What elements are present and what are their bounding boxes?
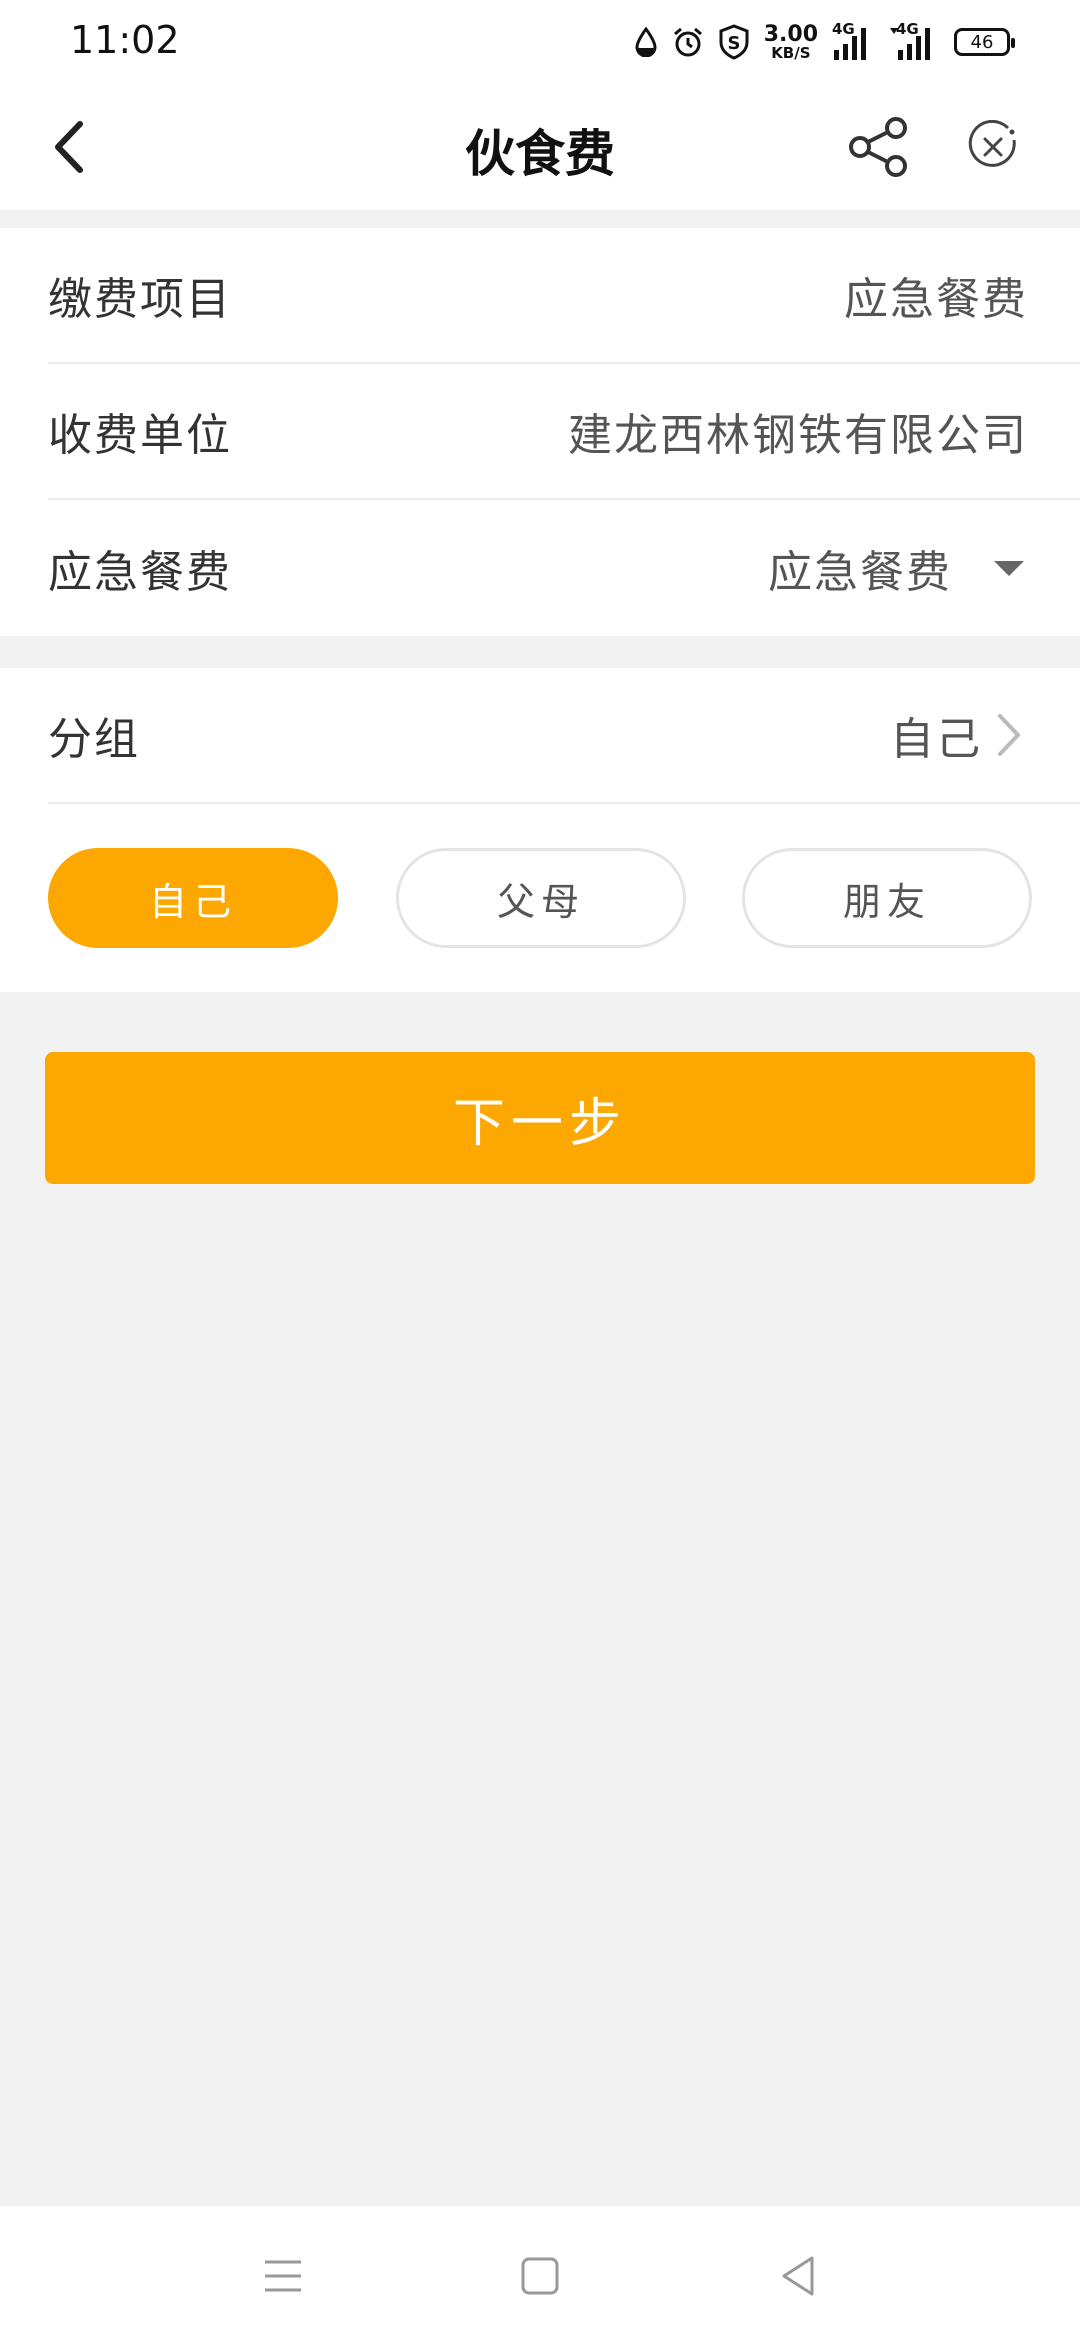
group-option-friends[interactable]: 朋友 xyxy=(742,848,1032,948)
signal-icon xyxy=(890,28,930,60)
chevron-right-icon[interactable] xyxy=(994,710,1024,760)
meal-type-label: 应急餐费 xyxy=(48,547,232,598)
group-row[interactable]: 分组 自己 xyxy=(48,668,1080,804)
payee-value: 建龙西林钢铁有限公司 xyxy=(568,410,1028,461)
payment-item-row: 缴费项目 应急餐费 xyxy=(48,228,1080,364)
meal-type-row[interactable]: 应急餐费 应急餐费 xyxy=(48,500,1080,636)
group-option-self[interactable]: 自己 xyxy=(48,848,338,948)
group-value: 自己 xyxy=(890,714,982,765)
close-icon[interactable] xyxy=(966,120,1020,174)
payment-item-value: 应急餐费 xyxy=(844,274,1028,325)
net-speed-value: 3.00 xyxy=(763,21,818,47)
payee-row: 收费单位 建龙西林钢铁有限公司 xyxy=(48,364,1080,500)
net-speed: 3.00 KB/S xyxy=(763,21,818,62)
next-step-button[interactable]: 下一步 xyxy=(45,1052,1035,1184)
signal-2: 4G xyxy=(890,20,940,62)
header: 伙食费 xyxy=(0,84,1080,210)
signal-1: 4G xyxy=(832,20,876,62)
page-title: 伙食费 xyxy=(465,124,615,183)
battery-level: 46 xyxy=(970,31,994,53)
status-icons: S 3.00 KB/S 4G 4G 46 xyxy=(634,20,1015,64)
home-icon[interactable] xyxy=(520,2256,560,2296)
payee-label: 收费单位 xyxy=(48,410,232,461)
group-options: 自己 父母 朋友 xyxy=(48,848,1032,950)
battery-icon: 46 xyxy=(954,28,1015,56)
menu-icon[interactable] xyxy=(263,2256,303,2296)
alarm-icon xyxy=(673,27,702,57)
system-nav-bar xyxy=(0,2206,1080,2340)
share-icon[interactable] xyxy=(846,114,912,180)
net-speed-unit: KB/S xyxy=(771,43,811,62)
signal-icon xyxy=(834,28,866,60)
status-bar: 11:02 S 3.00 KB/S 4G 4G 46 xyxy=(0,0,1080,84)
svg-text:S: S xyxy=(727,33,740,54)
group-option-parents[interactable]: 父母 xyxy=(396,848,686,948)
caret-down-icon[interactable] xyxy=(994,560,1024,576)
group-label: 分组 xyxy=(48,714,140,765)
payment-item-label: 缴费项目 xyxy=(48,274,232,325)
shield-s-icon: S xyxy=(719,24,749,60)
group-card: 分组 自己 自己 父母 朋友 xyxy=(0,668,1080,992)
payment-info-card: 缴费项目 应急餐费 收费单位 建龙西林钢铁有限公司 应急餐费 应急餐费 xyxy=(0,228,1080,636)
water-drop-icon xyxy=(635,27,657,57)
meal-type-select[interactable]: 应急餐费 xyxy=(768,536,952,600)
back-triangle-icon[interactable] xyxy=(778,2254,818,2298)
status-time: 11:02 xyxy=(70,18,180,62)
